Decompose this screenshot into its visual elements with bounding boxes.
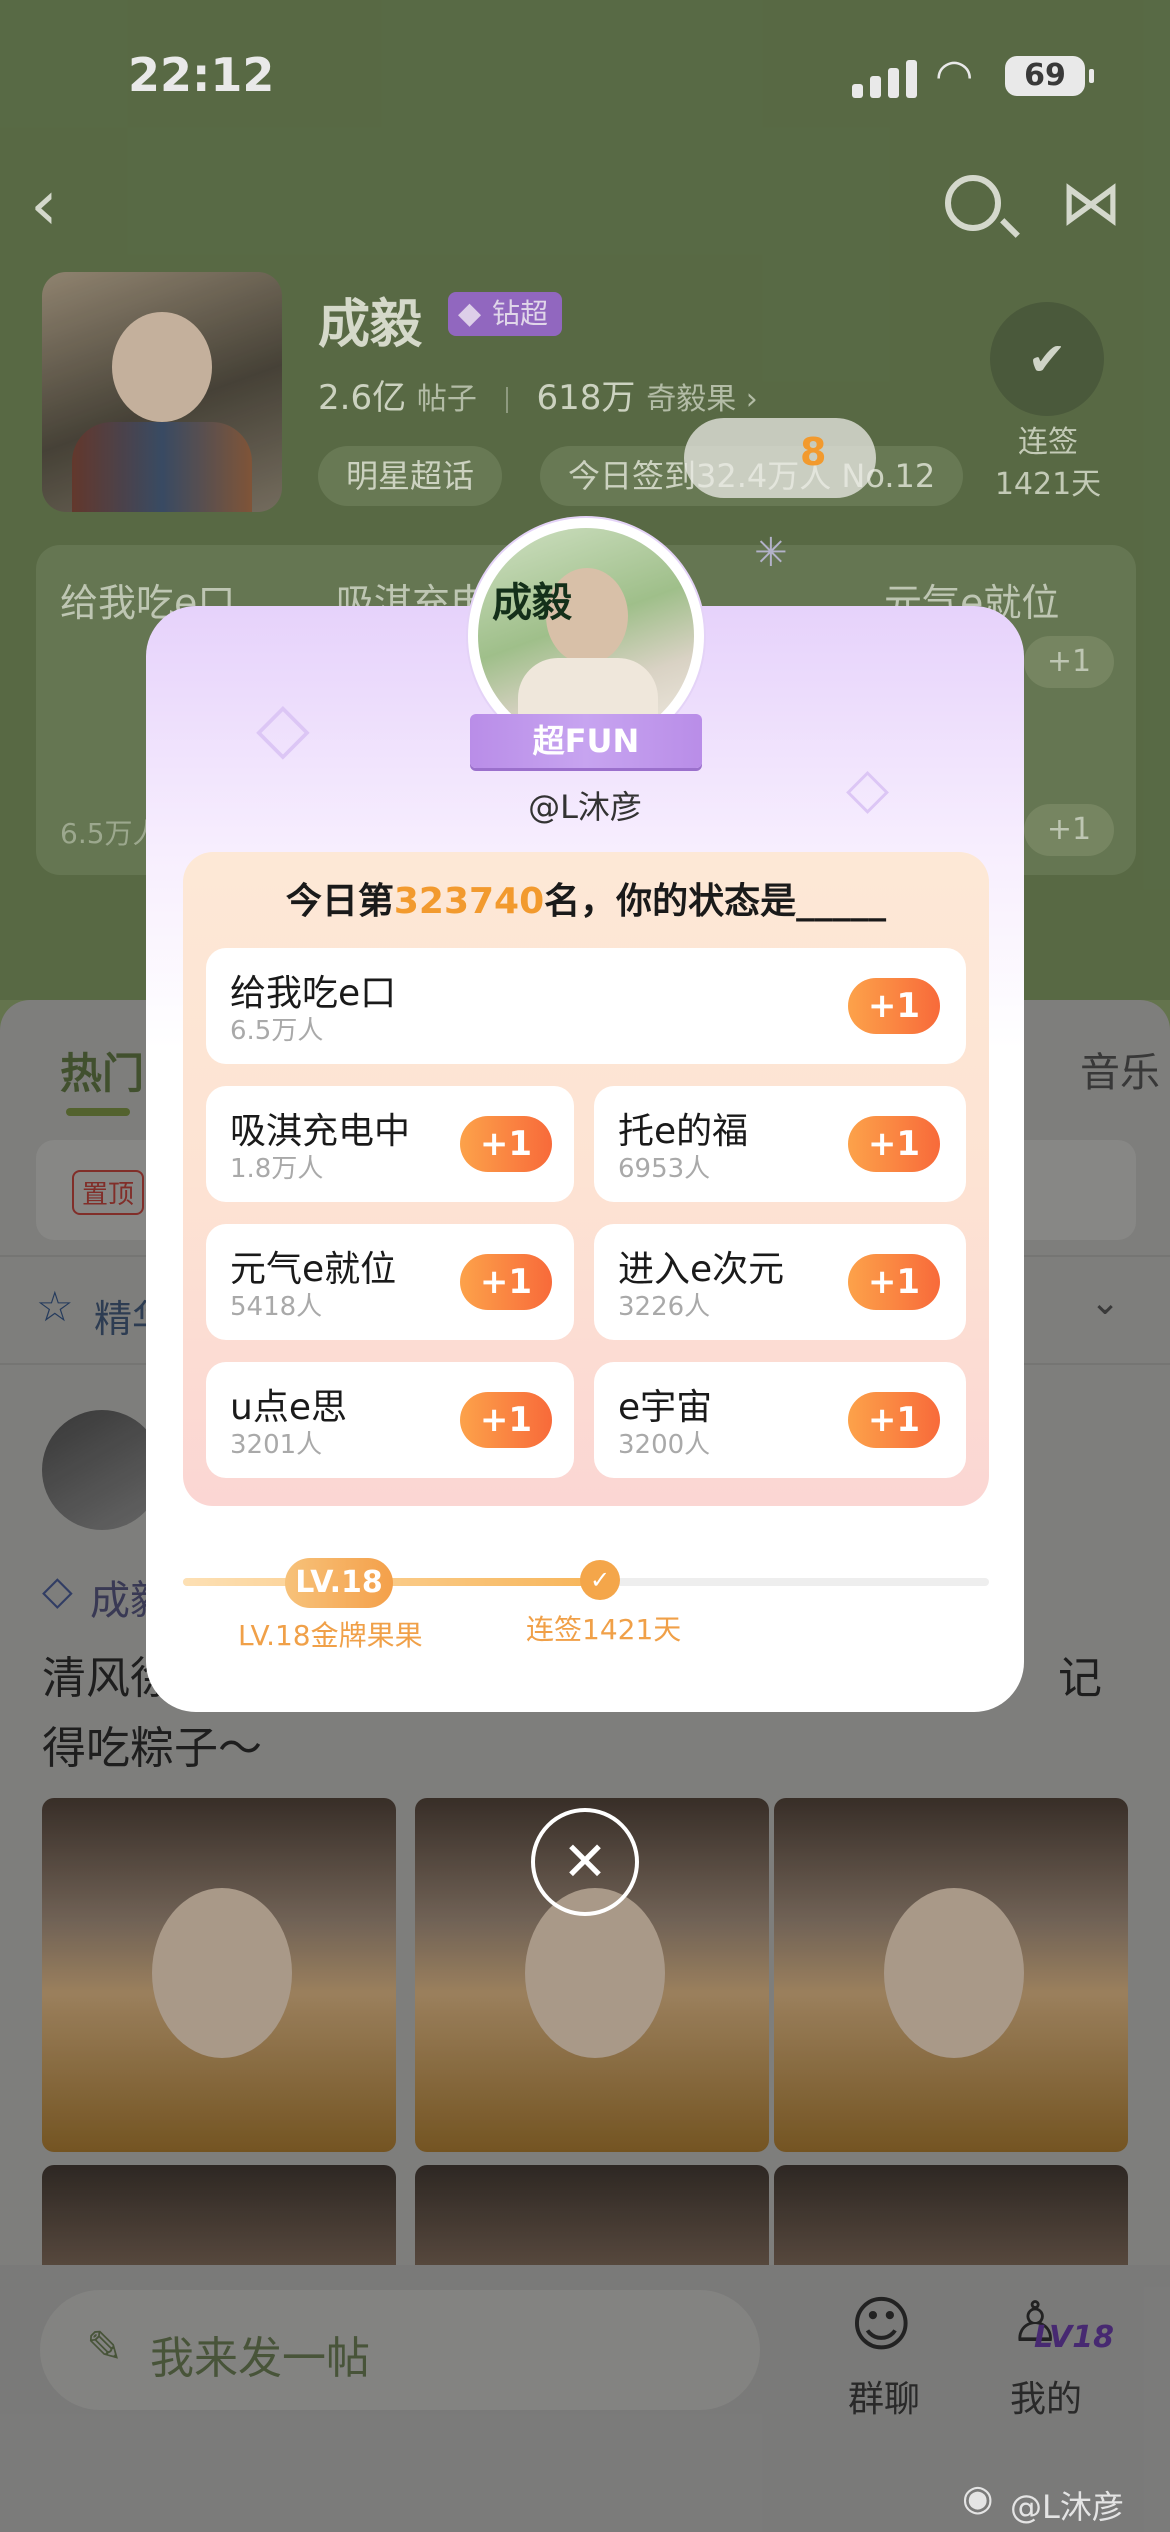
rank-number: 323740 bbox=[393, 881, 545, 922]
option-count: 6953人 bbox=[618, 1154, 711, 1184]
plus-one-button[interactable]: +1 bbox=[460, 1116, 552, 1172]
option-count: 6.5万人 bbox=[230, 1016, 324, 1046]
option-count: 3200人 bbox=[618, 1430, 711, 1460]
option-title: e宇宙 bbox=[618, 1387, 713, 1428]
level-badge: LV.18 bbox=[285, 1558, 393, 1608]
toast-text: 8 bbox=[800, 430, 827, 474]
option-count: 3226人 bbox=[618, 1292, 711, 1322]
fun-ribbon: 超FUN bbox=[470, 714, 702, 768]
rank-suffix: 名，你的状态是_____ bbox=[544, 881, 887, 922]
plus-one-button[interactable]: +1 bbox=[848, 1254, 940, 1310]
option-count: 3201人 bbox=[230, 1430, 323, 1460]
level-label: LV.18金牌果果 bbox=[238, 1619, 423, 1652]
option-title: 进入e次元 bbox=[618, 1249, 785, 1290]
toast bbox=[684, 418, 876, 498]
rank-prefix: 今日第 bbox=[285, 881, 394, 922]
user-handle: @L沐彦 bbox=[528, 788, 642, 826]
plus-one-button[interactable]: +1 bbox=[848, 1116, 940, 1172]
checkmark-icon: ✓ bbox=[580, 1560, 620, 1600]
plus-one-button[interactable]: +1 bbox=[460, 1392, 552, 1448]
diamond-decoration-icon: ◇ bbox=[256, 686, 310, 768]
sparkle-icon: ✳ bbox=[754, 530, 788, 576]
option-title: 吸淇充电中 bbox=[230, 1111, 411, 1152]
rank-text: 今日第323740名，你的状态是_____ bbox=[183, 872, 989, 924]
avatar bbox=[478, 528, 694, 744]
close-icon[interactable]: ✕ bbox=[531, 1808, 639, 1916]
option-title: 给我吃e口 bbox=[230, 973, 397, 1014]
option-title: 元气e就位 bbox=[230, 1249, 397, 1290]
option-count: 1.8万人 bbox=[230, 1154, 324, 1184]
plus-one-button[interactable]: +1 bbox=[848, 978, 940, 1034]
avatar-calligraphy: 成毅 bbox=[492, 579, 572, 626]
plus-one-button[interactable]: +1 bbox=[848, 1392, 940, 1448]
option-title: 托e的福 bbox=[618, 1111, 749, 1152]
streak-label: 连签1421天 bbox=[526, 1613, 682, 1646]
option-count: 5418人 bbox=[230, 1292, 323, 1322]
plus-one-button[interactable]: +1 bbox=[460, 1254, 552, 1310]
option-title: u点e思 bbox=[230, 1387, 347, 1428]
